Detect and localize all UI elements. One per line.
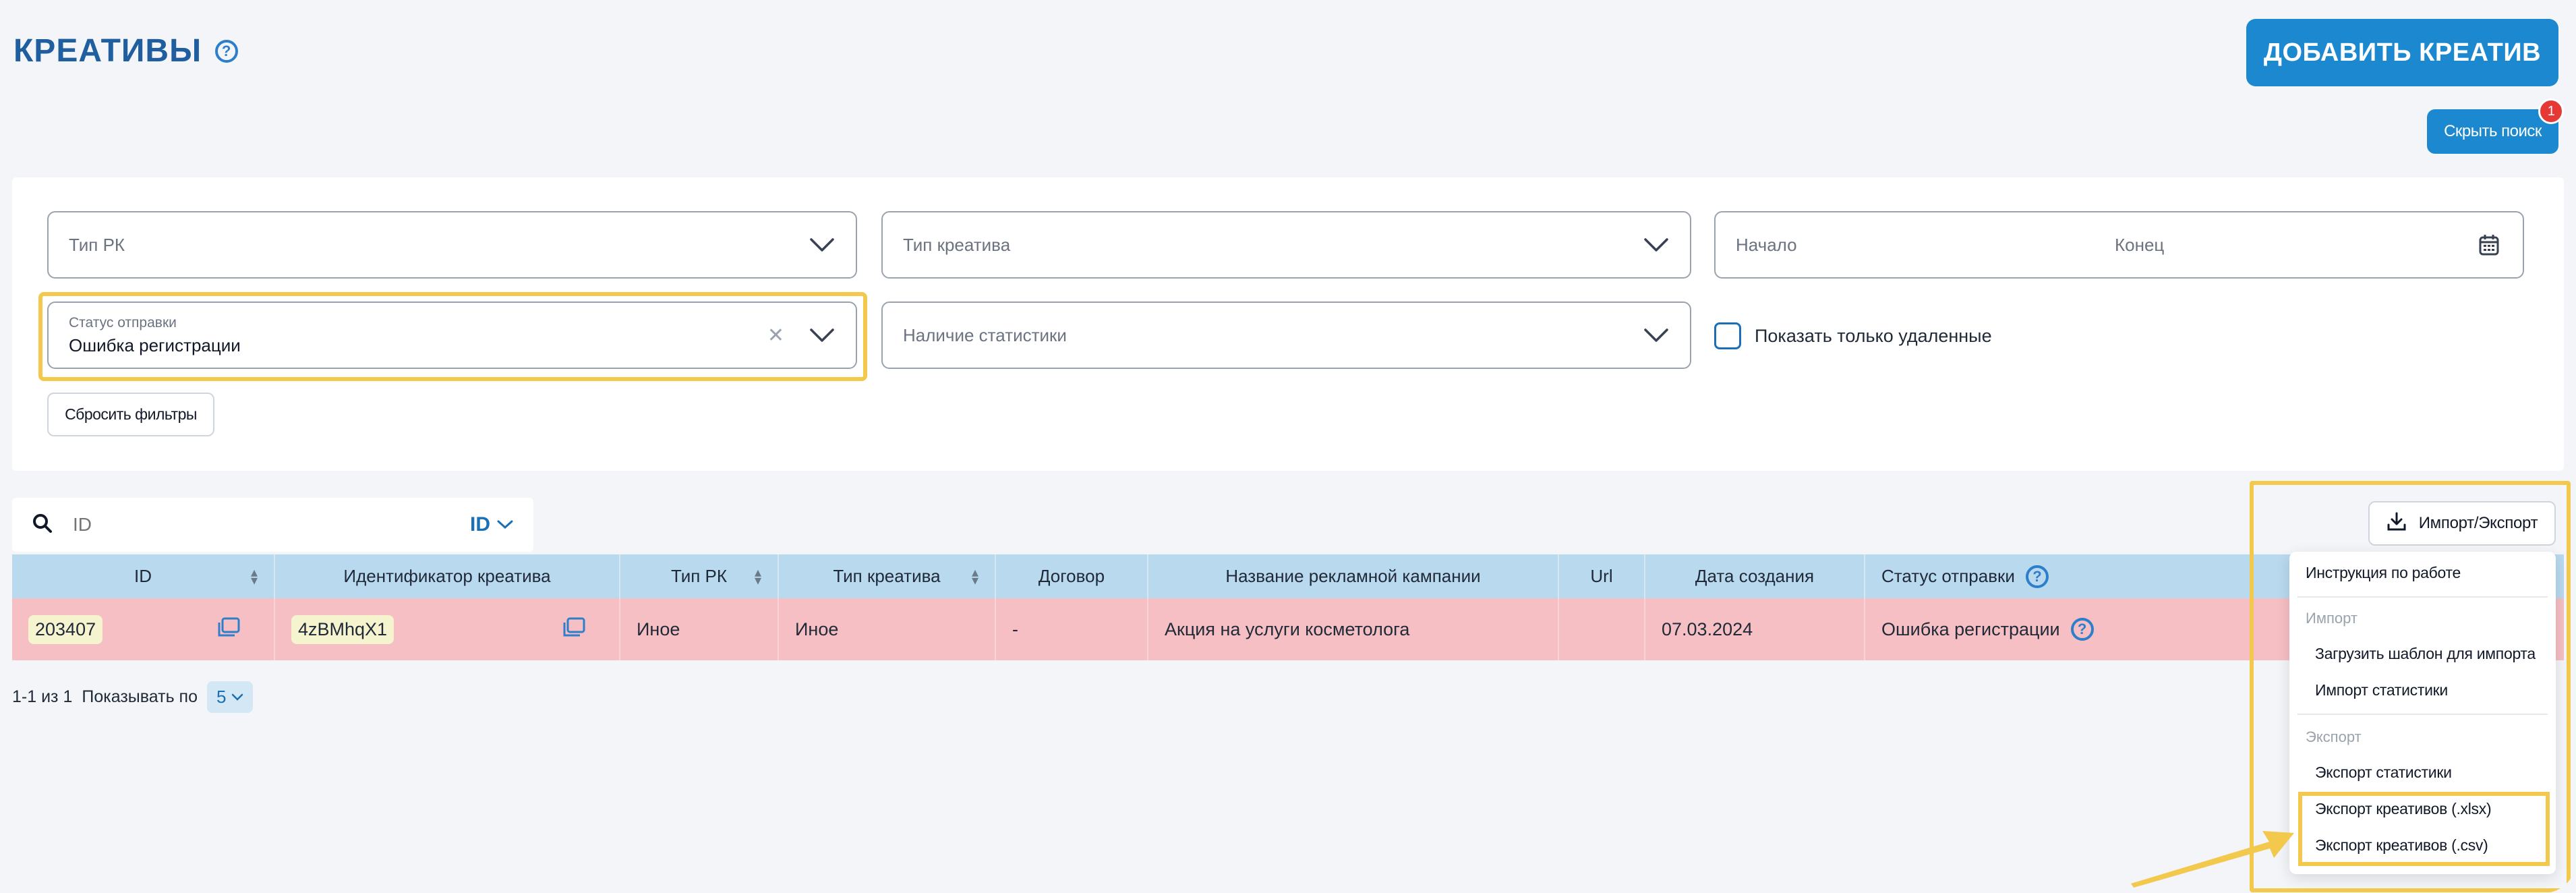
search-type-select[interactable]: ID: [470, 513, 513, 536]
clear-icon[interactable]: ✕: [767, 324, 784, 347]
column-header-created-date: Дата создания: [1645, 554, 1865, 598]
menu-item-import-stats[interactable]: Импорт статистики: [2315, 681, 2448, 699]
menu-section-import: Импорт: [2306, 610, 2358, 627]
question-circle-icon[interactable]: ?: [2070, 618, 2094, 641]
column-header-send-status: Статус отправки ?: [1865, 554, 2283, 598]
pointer-arrow-icon: [2131, 831, 2294, 888]
column-header-contract: Договор: [996, 554, 1148, 598]
sort-icon[interactable]: ▴ ▾: [972, 566, 978, 587]
column-header-campaign-type[interactable]: Тип РК ▴ ▾: [620, 554, 779, 598]
search-input[interactable]: [73, 514, 470, 536]
cell-contract: -: [996, 598, 1148, 660]
hide-search-button[interactable]: Скрыть поиск 1: [2427, 98, 2564, 154]
column-header-creative-id: Идентификатор креатива: [275, 554, 620, 598]
column-header-url: Url: [1559, 554, 1645, 598]
chevron-down-icon: [497, 520, 513, 529]
import-export-menu: Инструкция по работе Импорт Загрузить ша…: [2289, 552, 2556, 874]
menu-item-instructions[interactable]: Инструкция по работе: [2306, 564, 2461, 582]
import-export-label: Импорт/Экспорт: [2418, 514, 2538, 532]
menu-item-export-stats[interactable]: Экспорт статистики: [2315, 764, 2452, 782]
send-status-text: Ошибка регистрации: [1881, 618, 2060, 639]
cell-campaign-type: Иное: [620, 598, 779, 660]
sort-icon[interactable]: ▴ ▾: [251, 566, 258, 587]
creative-type-placeholder: Тип креатива: [903, 234, 1011, 255]
table-row[interactable]: 203407 4zBMhqX1 Иное Иное - Акция на усл…: [12, 598, 2564, 660]
import-export-button[interactable]: Импорт/Экспорт: [2368, 501, 2556, 546]
send-status-label: Статус отправки: [69, 314, 177, 330]
pagination-range: 1-1 из 1: [12, 687, 73, 706]
column-header-creative-type[interactable]: Тип креатива ▴ ▾: [779, 554, 996, 598]
menu-divider: [2297, 596, 2548, 598]
chevron-down-icon: [1643, 231, 1670, 258]
campaign-type-select[interactable]: Тип РК: [47, 211, 857, 279]
creative-id-chip: 4zBMhqX1: [291, 614, 394, 644]
search-icon: [32, 513, 53, 537]
date-range-field[interactable]: Начало Конец: [1714, 211, 2524, 279]
chevron-down-icon: [232, 693, 243, 701]
chevron-down-icon: [1643, 322, 1670, 349]
stats-presence-placeholder: Наличие статистики: [903, 324, 1067, 345]
cell-campaign-name: Акция на услуги косметолога: [1148, 598, 1559, 660]
hide-search-label: Скрыть поиск: [2444, 122, 2542, 140]
filter-count-badge: 1: [2538, 98, 2564, 124]
menu-item-export-xlsx[interactable]: Экспорт креативов (.xlsx): [2315, 800, 2492, 818]
copy-icon[interactable]: [562, 617, 585, 642]
send-status-select[interactable]: Статус отправки Ошибка регистрации ✕: [47, 301, 857, 369]
page-title: КРЕАТИВЫ ?: [13, 32, 239, 69]
column-header-id[interactable]: ID ▴ ▾: [12, 554, 275, 598]
per-page-label: Показывать по: [82, 687, 198, 706]
download-icon: [2387, 511, 2407, 536]
menu-divider: [2297, 714, 2548, 715]
add-creative-button[interactable]: ДОБАВИТЬ КРЕАТИВ: [2246, 19, 2558, 86]
send-status-value: Ошибка регистрации: [69, 335, 241, 355]
menu-section-export: Экспорт: [2306, 728, 2362, 745]
campaign-type-placeholder: Тип РК: [69, 234, 125, 255]
menu-item-upload-template[interactable]: Загрузить шаблон для импорта: [2315, 645, 2536, 663]
cell-creative-id: 4zBMhqX1: [275, 598, 620, 660]
cell-url: [1559, 598, 1645, 660]
column-header-campaign-name: Название рекламной кампании: [1148, 554, 1559, 598]
copy-icon[interactable]: [217, 617, 240, 642]
stats-presence-select[interactable]: Наличие статистики: [881, 301, 1691, 369]
cell-id: 203407: [12, 598, 275, 660]
per-page-select[interactable]: 5: [207, 681, 254, 713]
creative-type-select[interactable]: Тип креатива: [881, 211, 1691, 279]
date-end-placeholder: Конец: [2115, 234, 2165, 255]
search-type-value: ID: [470, 513, 490, 536]
menu-item-export-csv[interactable]: Экспорт креативов (.csv): [2315, 836, 2488, 855]
show-deleted-checkbox[interactable]: [1714, 322, 1741, 349]
cell-created-date: 07.03.2024: [1645, 598, 1865, 660]
pagination: 1-1 из 1 Показывать по 5: [12, 681, 254, 713]
chevron-down-icon: [809, 231, 836, 258]
show-deleted-label: Показать только удаленные: [1755, 325, 1992, 346]
cell-send-status: Ошибка регистрации ?: [1865, 598, 2283, 660]
sort-icon[interactable]: ▴ ▾: [755, 566, 761, 587]
chevron-down-icon: [809, 322, 836, 349]
id-chip: 203407: [28, 614, 103, 644]
cell-creative-type: Иное: [779, 598, 996, 660]
table-header: ID ▴ ▾ Идентификатор креатива Тип РК ▴ ▾ Т…: [12, 554, 2564, 598]
show-deleted-toggle[interactable]: Показать только удаленные: [1714, 322, 1992, 349]
calendar-icon[interactable]: [2476, 231, 2502, 258]
question-circle-icon[interactable]: ?: [215, 39, 239, 63]
search-box: ID: [12, 498, 533, 552]
reset-filters-button[interactable]: Сбросить фильтры: [47, 393, 214, 436]
question-circle-icon[interactable]: ?: [2025, 565, 2049, 588]
page: КРЕАТИВЫ ? ДОБАВИТЬ КРЕАТИВ Скрыть поиск…: [0, 0, 2576, 893]
creatives-table: ID ▴ ▾ Идентификатор креатива Тип РК ▴ ▾ Т…: [12, 554, 2564, 660]
date-start-placeholder: Начало: [1736, 234, 1797, 255]
page-title-text: КРЕАТИВЫ: [13, 33, 202, 69]
